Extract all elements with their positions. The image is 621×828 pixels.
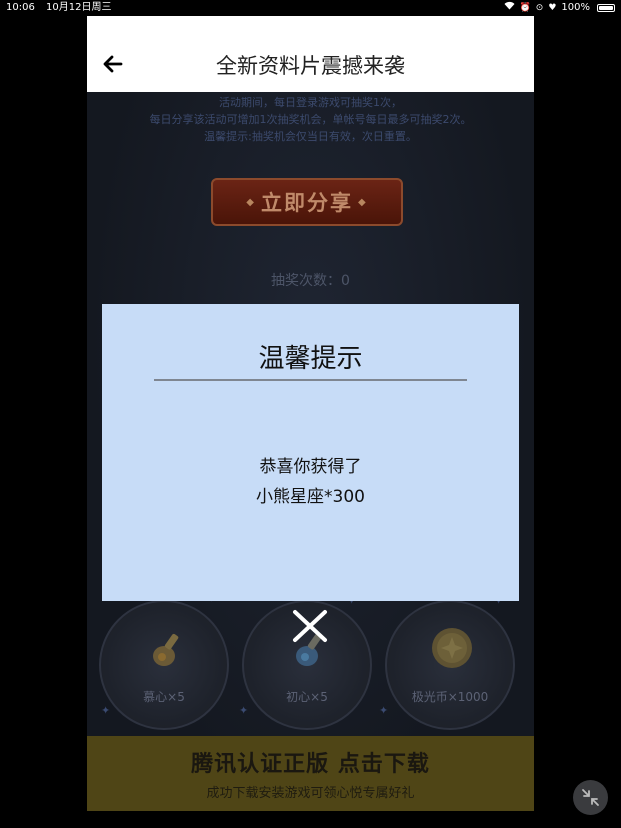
sparkle-icon: ✦	[379, 704, 389, 717]
elixir-bottle-icon	[142, 624, 190, 672]
battery-percent: 100%	[561, 2, 590, 13]
rule-line: 活动期间，每日登录游戏可抽奖1次，	[219, 96, 402, 109]
download-subtitle: 成功下载安装游戏可领心悦专属好礼	[206, 786, 415, 801]
prize-label: 极光币×1000	[411, 690, 489, 704]
prize-label: 慕心×5	[143, 690, 185, 704]
sparkle-icon: ✦	[101, 704, 111, 717]
prize-label: 初心×5	[286, 690, 328, 704]
download-title: 腾讯认证正版 点击下载	[191, 752, 430, 777]
dialog-message: 恭喜你获得了 小熊星座*300	[102, 452, 519, 512]
collapse-icon[interactable]	[573, 780, 608, 815]
event-rules: 活动期间，每日登录游戏可抽奖1次， 每日分享该活动可增加1次抽奖机会，单帐号每日…	[87, 94, 534, 145]
status-bar: 10:06 10月12日周三 ⏰ ⊙ ♥ 100%	[0, 0, 621, 16]
rule-line: 温馨提示:抽奖机会仅当日有效，次日重置。	[204, 130, 417, 143]
diamond-icon: ◆	[358, 196, 368, 208]
alarm-icon: ⏰	[519, 3, 531, 13]
status-time: 10:06	[6, 2, 35, 13]
page-title: 全新资料片震撼来袭	[216, 54, 405, 78]
download-banner[interactable]: 腾讯认证正版 点击下载 成功下载安装游戏可领心悦专属好礼	[87, 736, 534, 811]
close-icon[interactable]	[291, 607, 329, 645]
dialog-message-line: 小熊星座*300	[256, 487, 365, 507]
wifi-icon	[504, 0, 515, 16]
prize-dialog: 温馨提示 恭喜你获得了 小熊星座*300	[102, 304, 519, 601]
draw-count: 抽奖次数：0	[271, 273, 350, 289]
heart-icon: ♥	[548, 3, 557, 13]
rule-line: 每日分享该活动可增加1次抽奖机会，单帐号每日最多可抽奖2次。	[149, 113, 472, 126]
diamond-icon: ◆	[246, 196, 256, 208]
share-now-button[interactable]: ◆ 立即分享 ◆	[211, 178, 403, 226]
share-button-label: 立即分享	[261, 191, 353, 215]
dialog-message-line: 恭喜你获得了	[259, 457, 362, 477]
lock-rotation-icon: ⊙	[535, 3, 544, 13]
coin-icon	[428, 624, 476, 672]
sparkle-icon: ✦	[239, 704, 249, 717]
status-date: 10月12日周三	[46, 2, 112, 13]
header-bar: 全新资料片震撼来袭	[87, 16, 534, 92]
dialog-divider	[154, 379, 467, 381]
dialog-title: 温馨提示	[258, 344, 363, 374]
prize-item[interactable]: 极光币×1000	[385, 600, 515, 730]
screen: 10:06 10月12日周三 ⏰ ⊙ ♥ 100% 全新资料片震撼来袭 活动期间…	[0, 0, 621, 828]
prize-item[interactable]: 慕心×5	[99, 600, 229, 730]
battery-icon	[597, 4, 615, 12]
